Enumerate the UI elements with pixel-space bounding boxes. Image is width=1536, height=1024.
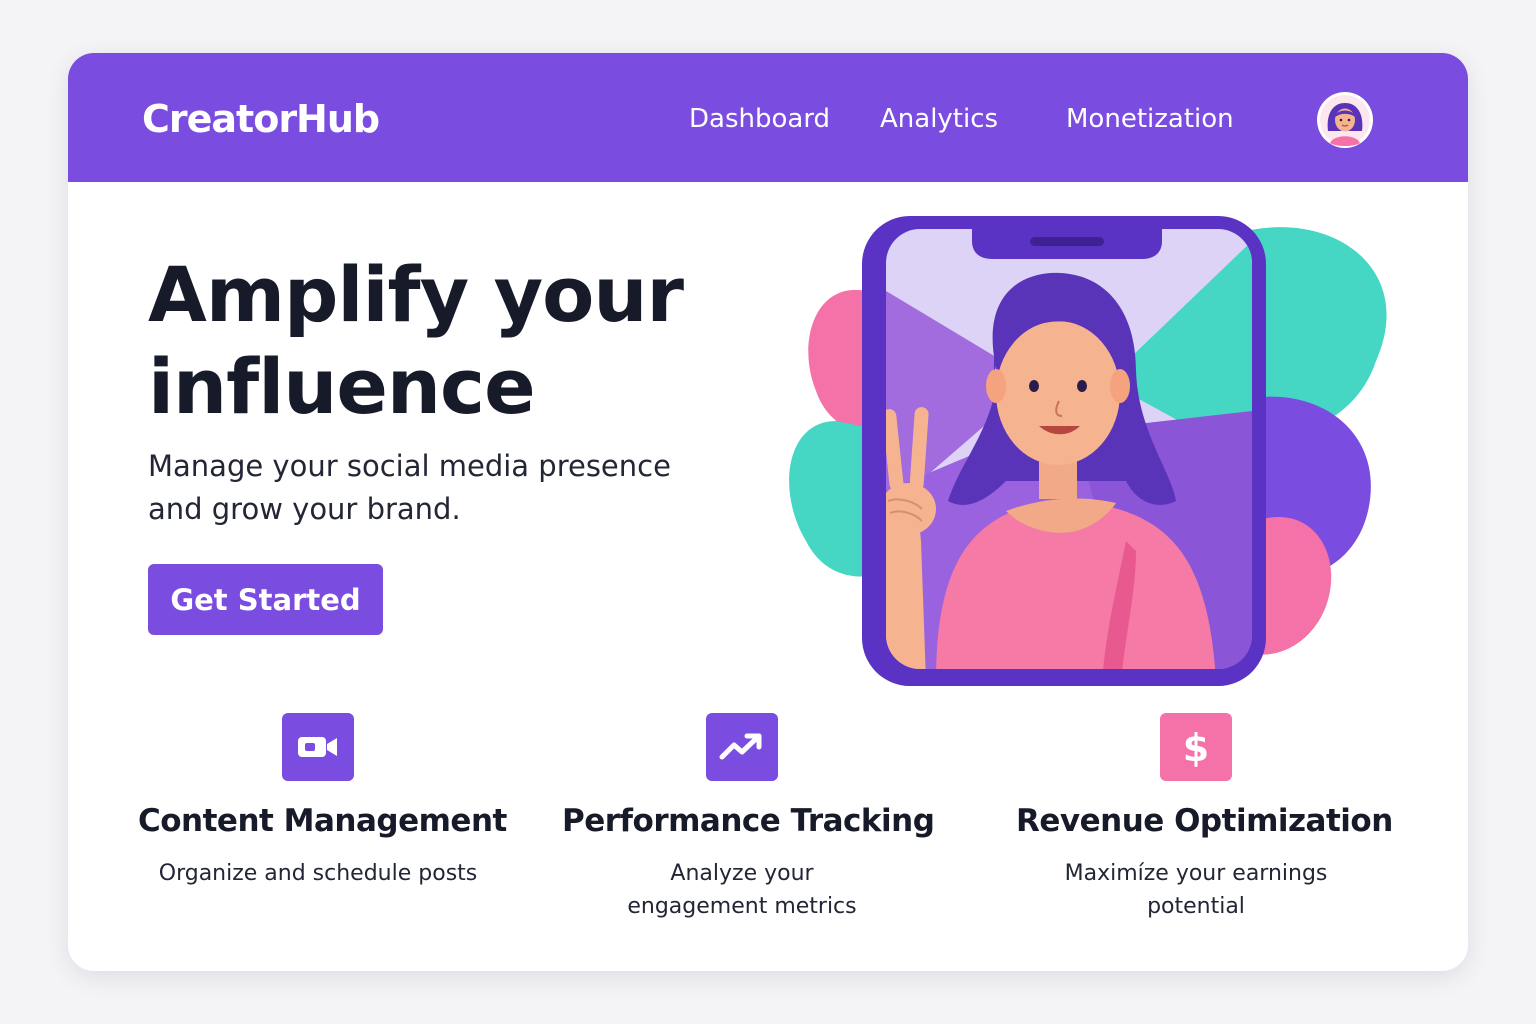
top-navbar: CreatorHub Dashboard Analytics Monetizat…: [68, 53, 1468, 182]
feature-performance-tracking: Performance Tracking Analyze your engage…: [562, 713, 935, 923]
dollar-icon: $: [1160, 713, 1232, 781]
hero-subtitle-line: and grow your brand.: [148, 492, 461, 526]
feature-description: Maximíze your earnings potential: [1016, 857, 1376, 923]
main-card: CreatorHub Dashboard Analytics Monetizat…: [68, 53, 1468, 971]
hero-title-line: influence: [148, 342, 536, 431]
hero-subtitle: Manage your social media presence and gr…: [148, 445, 728, 531]
get-started-button[interactable]: Get Started: [148, 564, 383, 635]
user-avatar-icon[interactable]: [1316, 91, 1374, 149]
nav-link-dashboard[interactable]: Dashboard: [689, 104, 830, 134]
feature-description: Organize and schedule posts: [138, 857, 498, 890]
brand-logo[interactable]: CreatorHub: [142, 97, 380, 141]
feature-description-line: engagement metrics: [627, 894, 857, 919]
trending-up-icon: [706, 713, 778, 781]
video-camera-icon: [282, 713, 354, 781]
feature-description-line: Analyze your: [670, 861, 814, 886]
feature-description-line: Maximíze your earnings: [1064, 861, 1328, 886]
hero-title-line: Amplify your: [148, 250, 684, 339]
feature-title: Performance Tracking: [562, 803, 935, 839]
feature-title: Content Management: [138, 803, 507, 839]
nav-link-monetization[interactable]: Monetization: [1066, 104, 1234, 134]
hero-subtitle-line: Manage your social media presence: [148, 449, 671, 483]
hero-illustration: [776, 211, 1396, 691]
feature-description: Analyze your engagement metrics: [562, 857, 922, 923]
feature-description-line: potential: [1147, 894, 1245, 919]
hero-title: Amplify your influence: [148, 249, 768, 433]
nav-link-analytics[interactable]: Analytics: [880, 104, 998, 134]
feature-title: Revenue Optimization: [1016, 803, 1393, 839]
feature-description-line: Organize and schedule posts: [158, 861, 478, 886]
feature-revenue-optimization: $ Revenue Optimization Maximíze your ear…: [1016, 713, 1393, 923]
feature-content-management: Content Management Organize and schedule…: [138, 713, 507, 890]
svg-text:$: $: [1183, 726, 1209, 769]
